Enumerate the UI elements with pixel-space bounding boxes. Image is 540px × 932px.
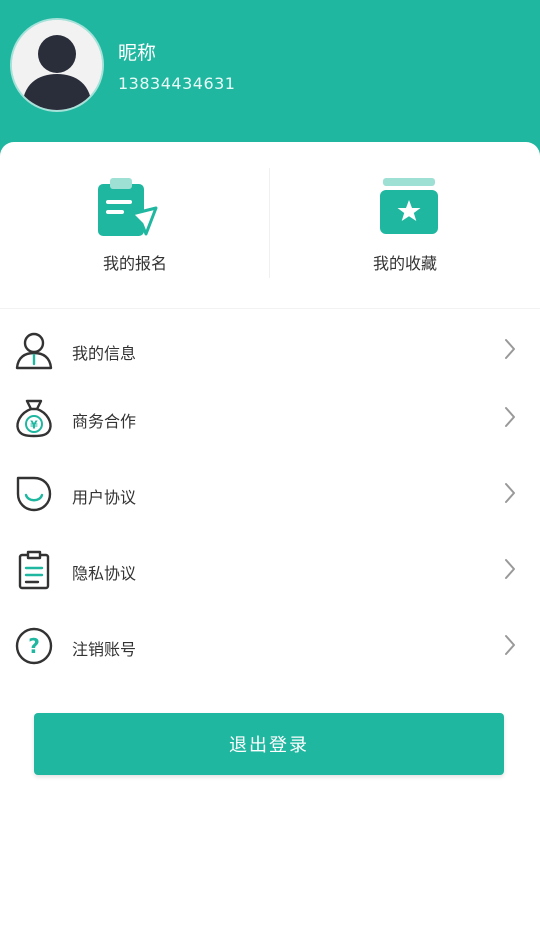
profile-header: 昵称 13834434631 [0, 0, 540, 160]
menu-label: 商务合作 [72, 412, 137, 431]
menu-item-my-info[interactable]: 我的信息 [0, 314, 540, 384]
quick-my-registration[interactable]: 我的报名 [0, 142, 270, 302]
menu-item-business-cooperation[interactable]: ¥ 商务合作 [0, 382, 540, 452]
content-card: 我的报名 我的收藏 我的信息 ¥ 商务合作 用户协议 隐私协议 ? 注销账号 退… [0, 142, 540, 932]
svg-text:?: ? [28, 634, 40, 658]
nickname: 昵称 [118, 42, 157, 64]
clipboard-edit-icon [98, 178, 158, 236]
chevron-right-icon [505, 407, 515, 427]
menu-label: 我的信息 [72, 344, 137, 363]
chevron-right-icon [505, 559, 515, 579]
chevron-right-icon [505, 339, 515, 359]
smile-bubble-icon [16, 476, 52, 512]
chevron-right-icon [505, 635, 515, 655]
divider [0, 308, 540, 309]
user-silhouette-icon [12, 20, 102, 110]
star-box-icon [380, 178, 438, 234]
question-circle-icon: ? [15, 627, 53, 665]
chevron-right-icon [505, 483, 515, 503]
menu-item-privacy-agreement[interactable]: 隐私协议 [0, 534, 540, 604]
menu-item-delete-account[interactable]: ? 注销账号 [0, 610, 540, 680]
phone-number: 13834434631 [118, 74, 236, 93]
user-icon [15, 332, 53, 370]
quick-label: 我的报名 [102, 254, 167, 273]
quick-actions: 我的报名 我的收藏 [0, 142, 540, 309]
menu-label: 注销账号 [72, 640, 137, 659]
svg-text:¥: ¥ [30, 419, 38, 432]
quick-my-favorites[interactable]: 我的收藏 [270, 142, 540, 302]
money-bag-icon: ¥ [16, 399, 52, 438]
avatar[interactable] [12, 20, 102, 110]
menu-item-user-agreement[interactable]: 用户协议 [0, 458, 540, 528]
logout-button[interactable]: 退出登录 [34, 713, 504, 775]
menu-label: 隐私协议 [72, 564, 137, 583]
menu-label: 用户协议 [72, 488, 137, 507]
clipboard-list-icon [18, 550, 50, 590]
quick-label: 我的收藏 [372, 254, 437, 273]
